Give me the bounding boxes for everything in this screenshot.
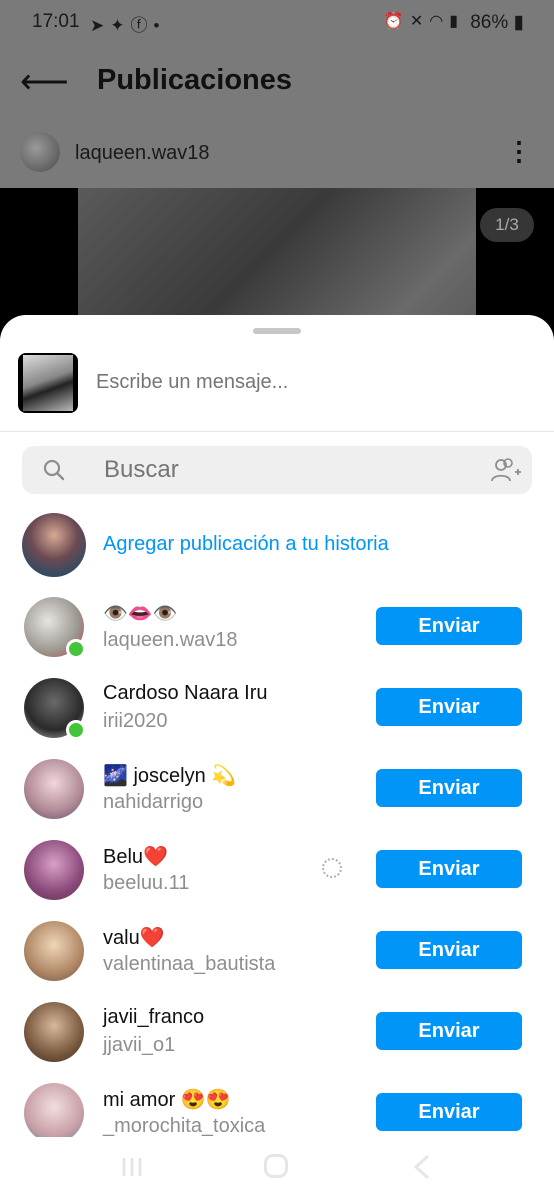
status-bar: 17:01 ➤✦ⓕ• ⏰✕◠▮ 86% ▮ [0,0,554,44]
notification-icons: ➤✦ⓕ• [90,11,165,36]
contact-name: Cardoso Naara Iru [103,682,268,704]
avatar [24,1002,84,1062]
send-button[interactable]: Enviar [376,688,522,726]
system-icons: ⏰✕◠▮ [384,11,464,31]
post-thumbnail [18,353,78,413]
online-indicator [66,639,86,659]
send-button[interactable]: Enviar [376,769,522,807]
battery-level: 86% ▮ [470,12,524,33]
story-avatar [22,513,86,577]
send-button[interactable]: Enviar [376,1012,522,1050]
mute-icon: ✕ [409,13,430,30]
message-row [0,345,554,432]
send-button[interactable]: Enviar [376,1093,522,1131]
contact-username: irii2020 [103,710,168,732]
contact-name: Belu❤️ [103,846,168,868]
post-header: laqueen.wav18 ⋮ [0,128,554,184]
contact-row: Belu❤️ beeluu.11 Enviar [0,838,554,919]
search-icon [43,459,65,481]
contact-name: mi amor 😍😍 [103,1089,231,1111]
contact-row: valu❤️ valentinaa_bautista Enviar [0,919,554,1000]
search-input[interactable] [104,456,464,484]
sheet-drag-handle[interactable] [253,328,301,334]
send-button[interactable]: Enviar [376,931,522,969]
loading-spinner-icon [322,858,342,878]
avatar [24,1083,84,1143]
dot-icon: • [153,16,166,35]
contact-row: javii_franco jjavii_o1 Enviar [0,1000,554,1081]
contact-username: nahidarrigo [103,791,204,813]
send-button[interactable]: Enviar [376,607,522,645]
status-time: 17:01 [32,11,80,32]
contact-username: beeluu.11 [103,872,190,894]
system-nav-bar [0,1137,554,1200]
recent-apps-icon[interactable] [120,1155,144,1179]
carousel-counter: 1/3 [480,208,534,242]
app-bar: ⟵ Publicaciones [0,50,554,114]
search-box[interactable] [22,446,532,494]
telegram-icon: ➤ [90,16,111,35]
avatar [24,840,84,900]
contact-row: 👁️👄👁️ laqueen.wav18 Enviar [0,595,554,676]
contact-list: 👁️👄👁️ laqueen.wav18 Enviar Cardoso Naara… [0,595,554,1162]
facebook-icon: ⓕ [130,16,154,35]
add-people-icon[interactable] [490,456,522,484]
contact-row: 🌌 joscelyn 💫 nahidarrigo Enviar [0,757,554,838]
share-sheet: Agregar publicación a tu historia 👁️👄👁️ … [0,315,554,1200]
contact-name: 👁️👄👁️ [103,603,178,625]
send-button[interactable]: Enviar [376,850,522,888]
contact-name: valu❤️ [103,927,165,949]
contact-username: laqueen.wav18 [103,629,238,651]
contact-name: 🌌 joscelyn 💫 [103,765,237,787]
home-icon[interactable] [264,1154,288,1178]
avatar [24,759,84,819]
contact-username: jjavii_o1 [103,1034,176,1056]
contact-username: _morochita_toxica [103,1115,266,1137]
battery-text: 86% [470,12,509,33]
contact-username: valentinaa_bautista [103,953,276,975]
wifi-icon: ◠ [429,13,450,30]
nav-back-icon[interactable] [410,1153,434,1181]
contact-row: Cardoso Naara Iru irii2020 Enviar [0,676,554,757]
twitter-icon: ✦ [110,16,131,35]
add-to-story-label[interactable]: Agregar publicación a tu historia [103,533,389,556]
post-author-username[interactable]: laqueen.wav18 [75,142,210,165]
message-input[interactable] [96,371,516,394]
avatar [24,921,84,981]
page-title: Publicaciones [97,64,293,96]
online-indicator [66,720,86,740]
add-to-story-row[interactable]: Agregar publicación a tu historia [0,511,554,581]
alarm-icon: ⏰ [383,13,410,30]
signal-icon: ▮ [449,13,464,30]
more-options-icon[interactable]: ⋮ [506,136,532,167]
back-arrow-icon[interactable]: ⟵ [20,62,69,102]
contact-name: javii_franco [103,1006,205,1028]
post-author-avatar[interactable] [20,132,60,172]
